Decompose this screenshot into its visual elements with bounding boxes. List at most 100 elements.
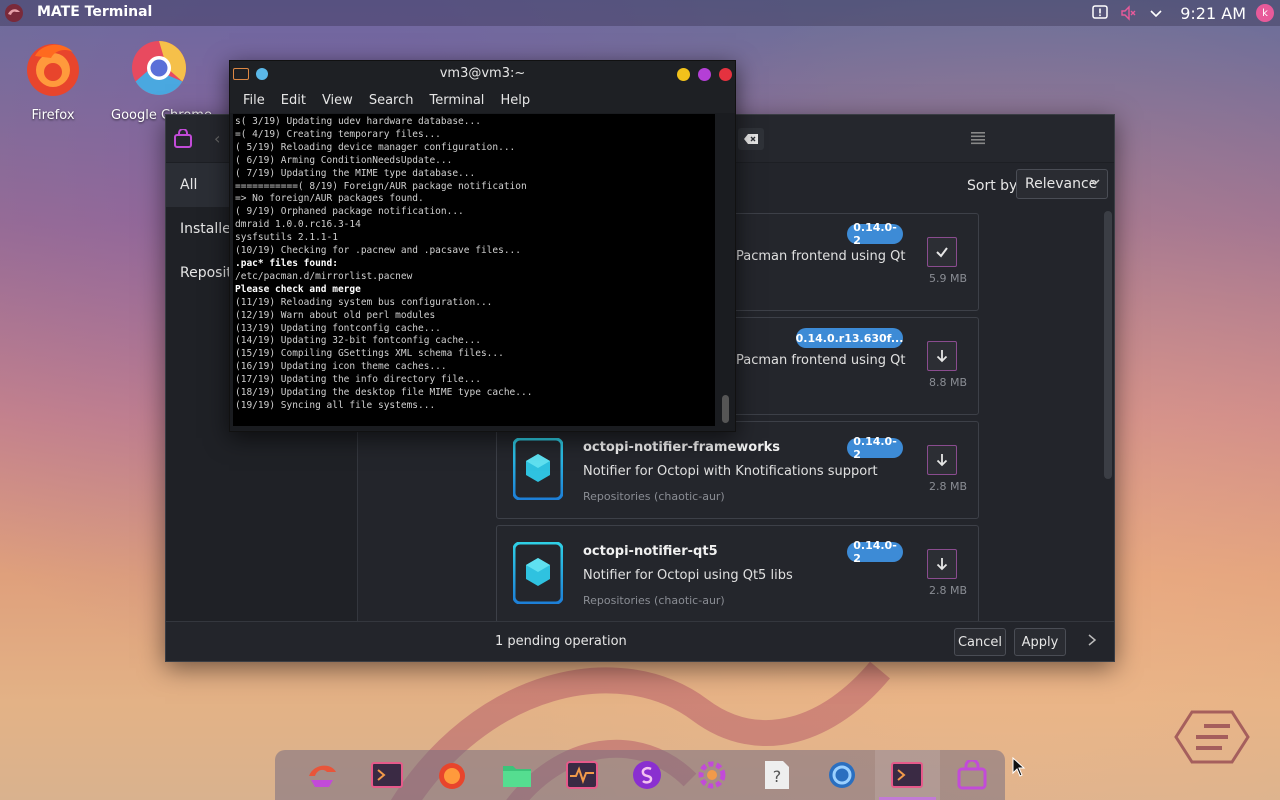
installed-check-button[interactable] — [927, 237, 957, 267]
terminal-line: s( 3/19) Updating udev hardware database… — [235, 116, 481, 127]
terminal-line: ( 6/19) Arming ConditionNeedsUpdate... — [235, 154, 453, 166]
terminal-scrollbar[interactable] — [720, 114, 732, 426]
help-icon: ? — [765, 761, 790, 789]
desktop-icon-firefox[interactable]: Firefox — [5, 36, 101, 123]
dock-browser[interactable] — [810, 750, 875, 800]
menu-file[interactable]: File — [243, 93, 265, 108]
system-monitor-icon — [565, 761, 598, 789]
chevron-right-icon[interactable] — [1087, 633, 1097, 651]
package-card[interactable]: octopi-notifier-qt5 0.14.0-2 Notifier fo… — [496, 525, 979, 621]
svg-text:?: ? — [773, 767, 782, 786]
dock-garuda[interactable] — [289, 750, 354, 800]
terminal-line: =( 4/19) Creating temporary files... — [235, 128, 441, 140]
package-name: octopi-notifier-frameworks — [583, 440, 780, 455]
terminal-window: vm3@vm3:~ File Edit View Search Terminal… — [229, 60, 736, 432]
mouse-pointer-icon — [1012, 757, 1026, 777]
garuda-settings-icon — [633, 761, 662, 789]
package-size: 2.8 MB — [928, 480, 967, 493]
volume-muted-icon[interactable] — [1118, 3, 1138, 23]
package-repo: Repositories (chaotic-aur) — [583, 594, 725, 607]
clear-search-icon[interactable] — [738, 128, 764, 150]
terminal-line: (12/19) Warn about old perl modules — [235, 309, 436, 321]
package-list-scrollbar[interactable] — [1104, 211, 1112, 479]
package-repo: Repositories (chaotic-aur) — [583, 490, 725, 503]
package-card[interactable]: octopi-notifier-frameworks 0.14.0-2 Noti… — [496, 421, 979, 519]
dock-garuda-settings[interactable] — [614, 750, 679, 800]
dock-terminal[interactable] — [354, 750, 419, 800]
menu-view[interactable]: View — [322, 93, 353, 108]
install-button[interactable] — [927, 341, 957, 371]
back-chevron-icon[interactable]: ‹ — [214, 129, 220, 148]
package-description: Pacman frontend using Qt — [736, 249, 906, 264]
install-button[interactable] — [927, 549, 957, 579]
terminal-menubar: File Edit View Search Terminal Help — [230, 87, 735, 113]
chrome-icon — [132, 40, 187, 96]
sort-value: Relevance — [1025, 176, 1098, 192]
dock-terminal-active[interactable] — [874, 750, 940, 800]
dock-system-monitor[interactable] — [549, 750, 614, 800]
active-app-title: MATE Terminal — [37, 4, 153, 20]
terminal-line: (10/19) Checking for .pacnew and .pacsav… — [235, 245, 521, 257]
terminal-line: (15/19) Compiling GSettings XML schema f… — [235, 348, 504, 360]
maximize-button[interactable] — [698, 68, 711, 81]
menu-terminal[interactable]: Terminal — [429, 93, 484, 108]
dock-firefox[interactable] — [419, 750, 484, 800]
pending-operations-text: 1 pending operation — [495, 634, 627, 649]
menu-edit[interactable]: Edit — [281, 93, 306, 108]
dock-help[interactable]: ? — [745, 750, 810, 800]
hamburger-menu-icon[interactable] — [970, 131, 986, 145]
terminal-output[interactable]: s( 3/19) Updating udev hardware database… — [233, 114, 715, 426]
package-description: Pacman frontend using Qt — [736, 353, 906, 368]
firefox-icon — [438, 763, 465, 789]
terminal-icon — [370, 762, 403, 788]
package-size: 2.8 MB — [928, 584, 967, 597]
terminal-line: ( 5/19) Reloading device manager configu… — [235, 141, 516, 153]
terminal-line: .pac* files found: — [235, 257, 338, 269]
clock[interactable]: 9:21 AM — [1180, 4, 1246, 23]
package-description: Notifier for Octopi with Knotifications … — [583, 464, 878, 479]
octopi-bag-icon — [174, 129, 192, 148]
top-panel: MATE Terminal 9:21 AM k — [0, 0, 1280, 26]
octopi-package-icon — [513, 438, 563, 500]
terminal-line: (14/19) Updating 32-bit fontconfig cache… — [235, 335, 481, 347]
terminal-active-icon — [891, 762, 924, 788]
terminal-line: sysfsutils 2.1.1-1 — [235, 232, 338, 244]
terminal-line: (16/19) Updating icon theme caches... — [235, 361, 447, 373]
terminal-line: (17/19) Updating the info directory file… — [235, 374, 481, 386]
terminal-line: (11/19) Reloading system bus configurati… — [235, 296, 493, 308]
notification-icon[interactable] — [1090, 3, 1110, 23]
scrollbar-thumb[interactable] — [722, 395, 729, 423]
dock-files[interactable] — [484, 750, 549, 800]
user-avatar[interactable]: k — [1256, 4, 1274, 22]
octopi-icon — [957, 760, 987, 790]
dock-octopi[interactable] — [940, 750, 1005, 800]
terminal-title: vm3@vm3:~ — [439, 66, 526, 81]
apply-button[interactable]: Apply — [1014, 628, 1066, 656]
terminal-line: Please check and merge — [235, 283, 361, 295]
terminal-line: => No foreign/AUR packages found. — [235, 193, 424, 205]
garuda-menu-icon[interactable] — [4, 3, 24, 23]
garuda-watermark-icon — [1174, 710, 1250, 764]
terminal-line: (13/19) Updating fontconfig cache... — [235, 322, 441, 334]
browser-icon — [829, 762, 856, 788]
sort-select[interactable]: Relevance — [1016, 169, 1108, 199]
desktop-icon-chrome[interactable]: Google Chrome — [111, 36, 212, 123]
version-badge: 0.14.0-2 — [847, 221, 903, 247]
install-button[interactable] — [927, 445, 957, 475]
octopi-package-icon — [513, 542, 563, 604]
chevron-down-icon[interactable] — [1146, 3, 1166, 23]
cancel-button[interactable]: Cancel — [954, 628, 1006, 656]
firefox-icon — [27, 44, 79, 96]
terminal-titlebar[interactable]: vm3@vm3:~ — [230, 61, 735, 87]
menu-help[interactable]: Help — [500, 93, 530, 108]
package-size: 5.9 MB — [928, 272, 967, 285]
close-button[interactable] — [719, 68, 732, 81]
minimize-button[interactable] — [677, 68, 690, 81]
terminal-line: /etc/pacman.d/mirrorlist.pacnew — [235, 270, 413, 282]
menu-search[interactable]: Search — [369, 93, 414, 108]
version-badge: 0.14.0.r13.630f... — [796, 328, 903, 348]
version-badge: 0.14.0-2 — [847, 539, 903, 565]
chevron-down-icon — [1089, 176, 1101, 191]
dock-gear-app[interactable] — [680, 750, 745, 800]
terminal-line: ( 7/19) Updating the MIME type database.… — [235, 167, 476, 179]
